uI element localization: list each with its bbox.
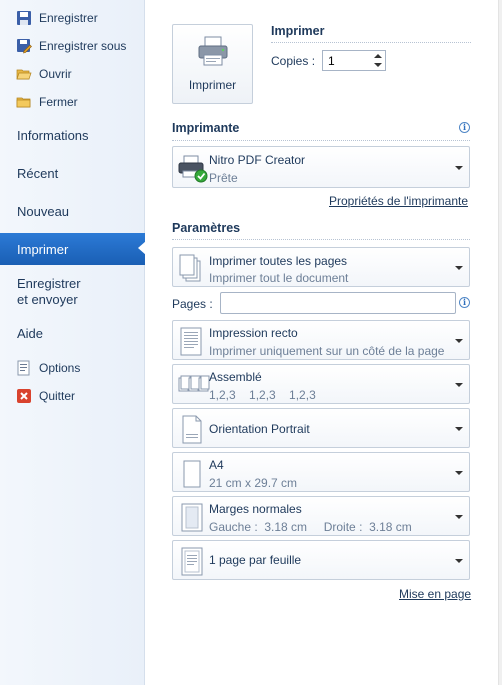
portrait-icon (178, 414, 206, 446)
chevron-down-icon (455, 383, 463, 387)
copies-stepper[interactable]: 1 (322, 50, 386, 71)
chevron-down-icon (455, 559, 463, 563)
margins-subtitle: Gauche : 3.18 cm Droite : 3.18 cm (209, 520, 412, 534)
tab-imprimer-label: Imprimer (17, 241, 69, 257)
pages-label: Pages : (172, 297, 213, 311)
print-title: Imprimer (271, 24, 325, 38)
pages-per-sheet-title: 1 page par feuille (209, 553, 302, 567)
save-as-command[interactable]: Enregistrer sous (16, 36, 126, 56)
pages-input[interactable] (220, 292, 456, 314)
copies-value: 1 (328, 53, 335, 68)
tab-enregistrer-line1: Enregistrer (17, 276, 81, 291)
one-sided-icon (178, 326, 206, 358)
page-setup-link[interactable]: Mise en page (399, 587, 471, 601)
divider (271, 42, 471, 43)
open-label: Ouvrir (39, 67, 72, 81)
tab-imprimer[interactable]: Imprimer (0, 233, 146, 265)
collation-dropdown[interactable]: Assemblé 1,2,3 1,2,3 1,2,3 (172, 364, 470, 404)
printer-section-title: Imprimante (172, 121, 240, 135)
pages-per-sheet-dropdown[interactable]: 1 page par feuille (172, 540, 470, 580)
collation-title: Assemblé (209, 370, 262, 384)
printer-properties-link[interactable]: Propriétés de l'imprimante (329, 194, 468, 208)
margins-dropdown[interactable]: Marges normales Gauche : 3.18 cm Droite … (172, 496, 470, 536)
scrollbar[interactable] (498, 0, 502, 685)
spin-up-icon[interactable] (374, 54, 382, 58)
info-icon[interactable]: i (459, 122, 470, 133)
print-panel: Imprimer Imprimer Copies : 1 Imprimante … (146, 0, 502, 685)
settings-section-title: Paramètres (172, 221, 241, 235)
copies-spin[interactable] (373, 52, 384, 69)
collation-subtitle: 1,2,3 1,2,3 1,2,3 (209, 388, 316, 402)
backstage-nav: Enregistrer Enregistrer sous Ouvrir Ferm… (0, 0, 146, 685)
tab-enregistrer-envoyer[interactable]: Enregistrer et envoyer (0, 272, 145, 312)
paper-size-dropdown[interactable]: A4 21 cm x 29.7 cm (172, 452, 470, 492)
close-folder-icon (16, 94, 32, 110)
chevron-down-icon (455, 339, 463, 343)
exit-icon (16, 388, 32, 404)
sides-title: Impression recto (209, 326, 298, 340)
tab-aide-label: Aide (17, 325, 44, 341)
orientation-title: Orientation Portrait (209, 422, 310, 436)
options-label: Options (39, 361, 81, 375)
chevron-down-icon (455, 427, 463, 431)
info-icon[interactable]: i (459, 297, 470, 308)
orientation-dropdown[interactable]: Orientation Portrait (172, 408, 470, 448)
tab-recent-label: Récent (17, 165, 59, 181)
paper-size-icon (178, 458, 206, 490)
tab-informations[interactable]: Informations (0, 120, 145, 150)
paper-size-subtitle: 21 cm x 29.7 cm (209, 476, 298, 490)
tab-enregistrer-line2: et envoyer (17, 292, 78, 307)
divider (172, 140, 470, 141)
open-folder-icon (16, 66, 32, 82)
exit-command[interactable]: Quitter (16, 386, 75, 406)
print-button-label: Imprimer (188, 78, 237, 92)
printer-ready-icon (178, 152, 208, 184)
print-range-title: Imprimer toutes les pages (209, 254, 348, 268)
options-icon (16, 360, 32, 376)
tab-informations-label: Informations (17, 127, 89, 143)
print-range-subtitle: Imprimer tout le document (209, 271, 349, 285)
spin-down-icon[interactable] (374, 63, 382, 67)
print-range-dropdown[interactable]: Imprimer toutes les pages Imprimer tout … (172, 247, 470, 287)
copies-label: Copies : (271, 54, 316, 68)
save-as-label: Enregistrer sous (39, 39, 127, 53)
options-command[interactable]: Options (16, 358, 80, 378)
close-label: Fermer (39, 95, 78, 109)
printer-icon (196, 35, 230, 70)
chevron-down-icon (455, 166, 463, 170)
tab-nouveau-label: Nouveau (17, 203, 70, 219)
margins-title: Marges normales (209, 502, 302, 516)
exit-label: Quitter (39, 389, 76, 403)
tab-aide[interactable]: Aide (0, 318, 145, 348)
printer-status: Prête (209, 171, 238, 185)
tab-recent[interactable]: Récent (0, 158, 145, 188)
save-label: Enregistrer (39, 11, 98, 25)
collated-icon (178, 370, 210, 402)
save-icon (16, 10, 32, 26)
chevron-down-icon (455, 471, 463, 475)
close-command[interactable]: Fermer (16, 92, 78, 112)
paper-size-title: A4 (209, 458, 224, 472)
sides-dropdown[interactable]: Impression recto Imprimer uniquement sur… (172, 320, 470, 360)
tab-nouveau[interactable]: Nouveau (0, 196, 145, 226)
chevron-down-icon (455, 266, 463, 270)
printer-dropdown[interactable]: Nitro PDF Creator Prête (172, 146, 470, 188)
chevron-down-icon (455, 515, 463, 519)
open-command[interactable]: Ouvrir (16, 64, 72, 84)
printer-name: Nitro PDF Creator (209, 153, 306, 167)
print-button[interactable]: Imprimer (172, 24, 253, 104)
margins-icon (178, 502, 206, 534)
pages-range-icon (178, 253, 206, 285)
pages-per-sheet-icon (178, 546, 206, 578)
save-command[interactable]: Enregistrer (16, 8, 98, 28)
save-as-icon (16, 38, 32, 54)
divider (172, 239, 470, 240)
sides-subtitle: Imprimer uniquement sur un côté de la pa… (209, 344, 445, 358)
